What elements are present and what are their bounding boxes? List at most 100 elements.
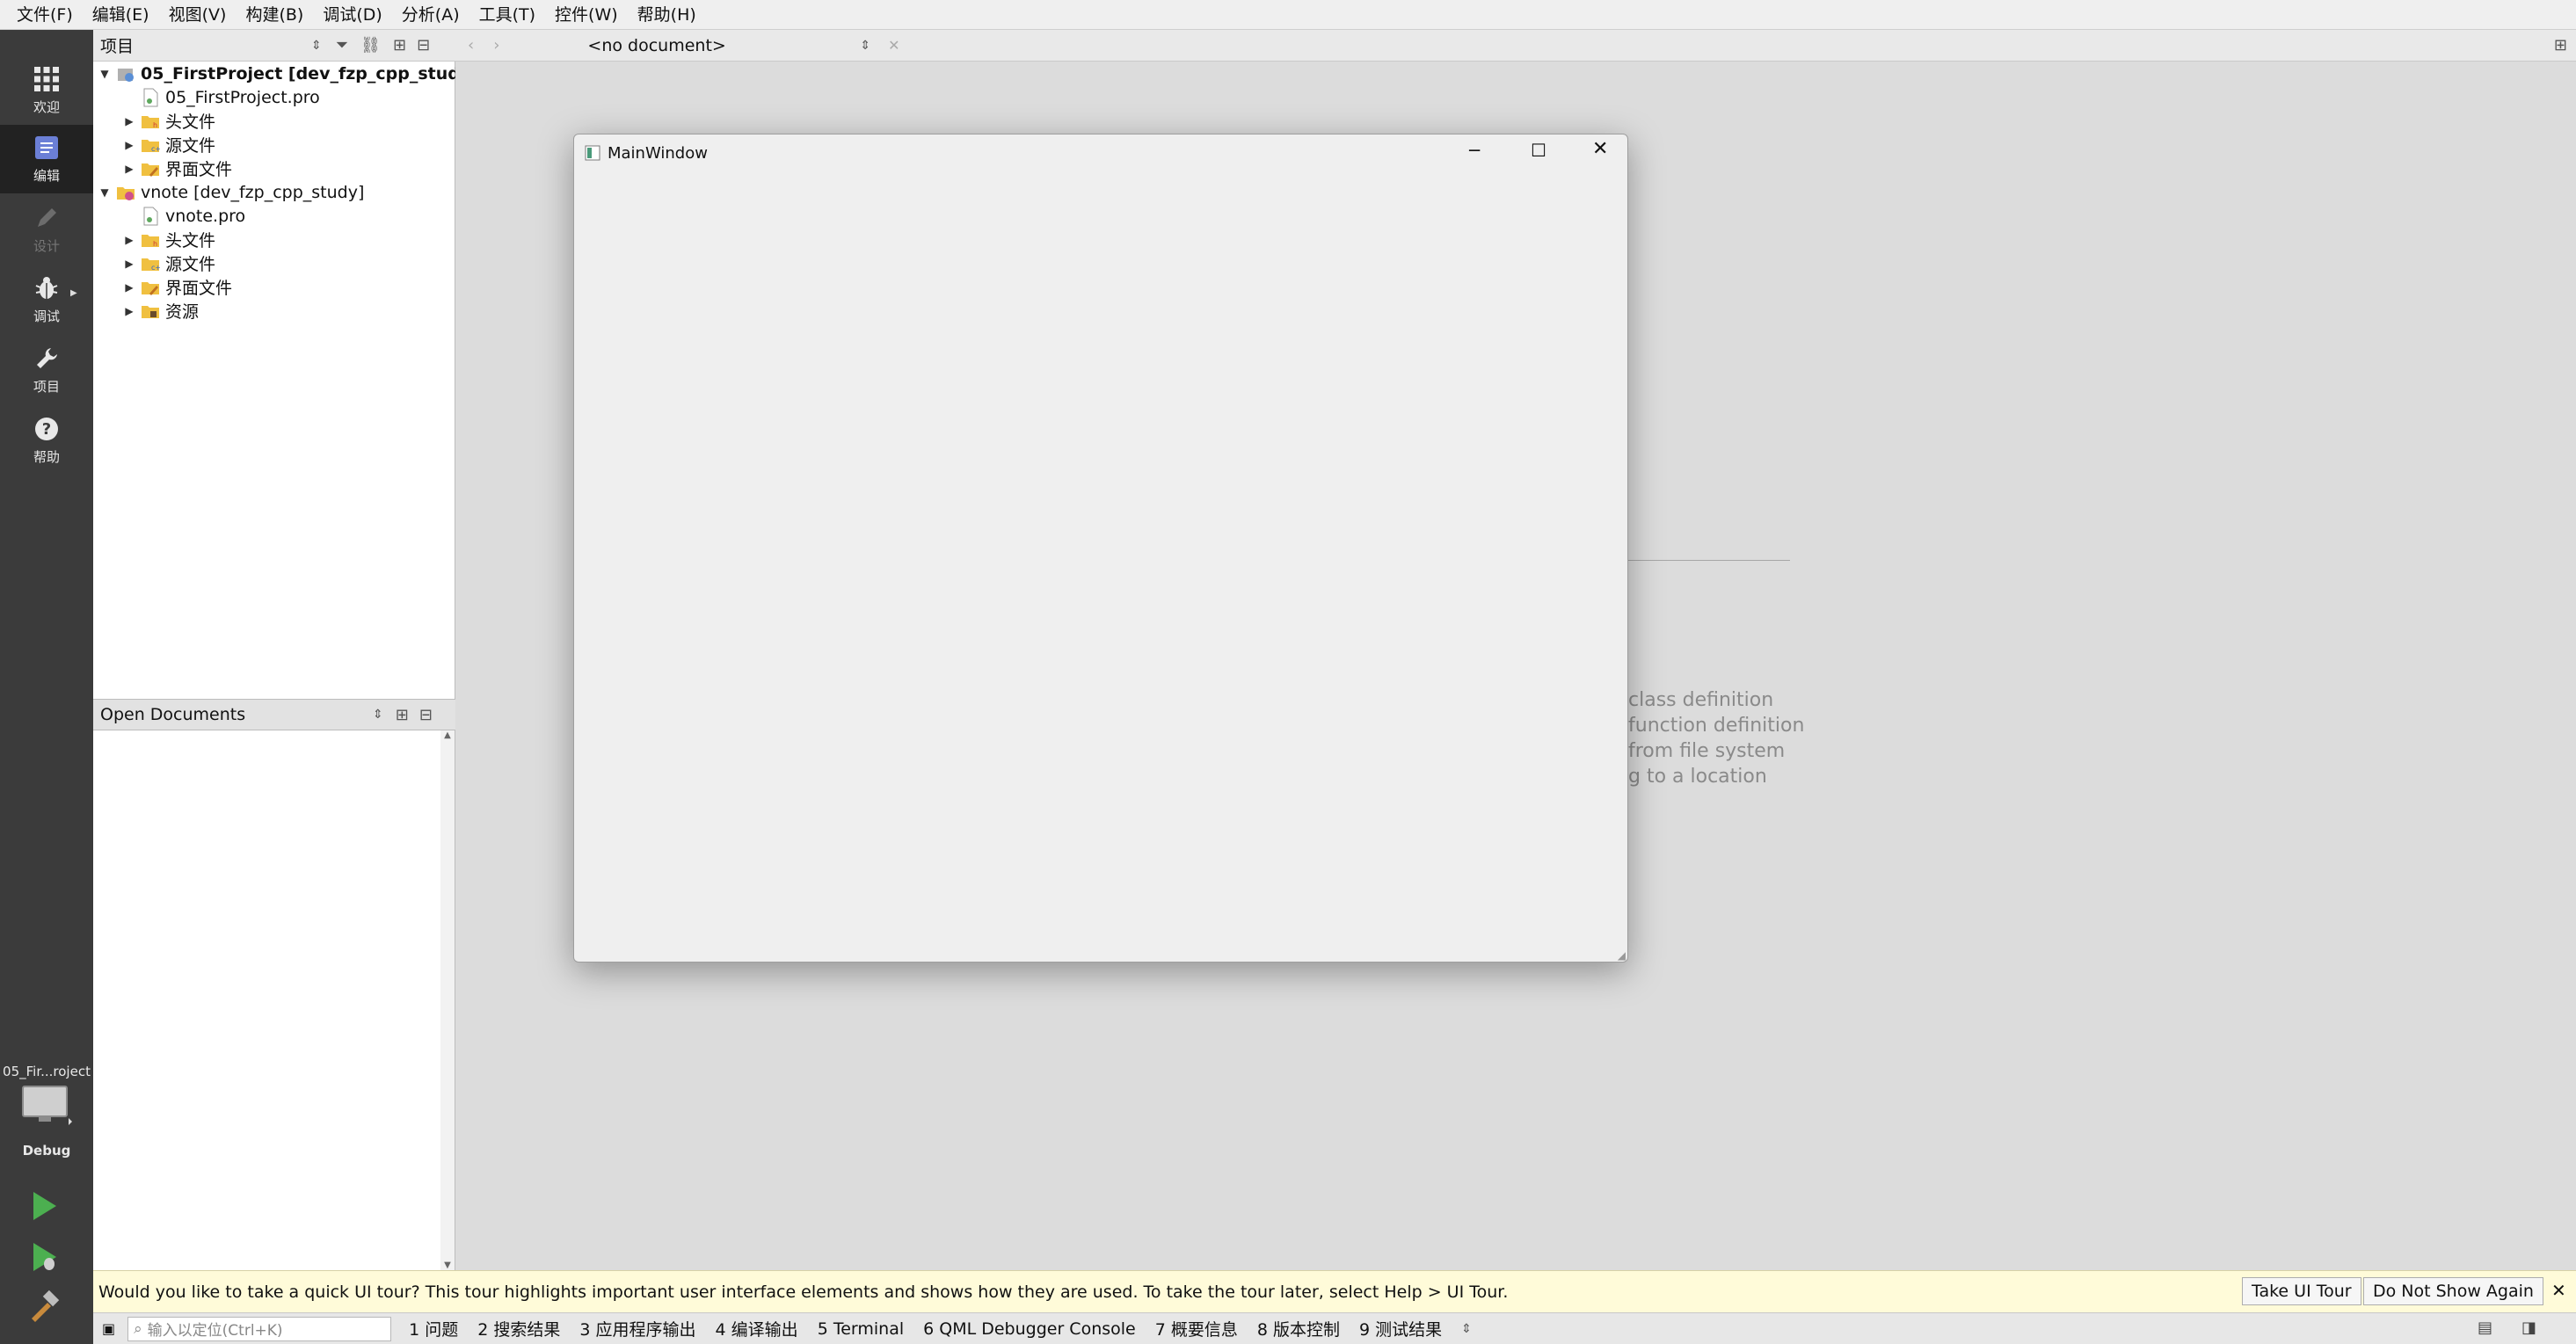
tree-row-sources[interactable]: ▶ c+ 源文件 bbox=[123, 133, 215, 156]
updown-icon[interactable]: ⇕ bbox=[860, 39, 870, 53]
menu-widgets[interactable]: 控件(W) bbox=[545, 0, 628, 30]
mode-design[interactable]: 设计 bbox=[0, 195, 93, 264]
split-icon[interactable]: ⊞ bbox=[2554, 36, 2567, 54]
mode-help[interactable]: ? 帮助 bbox=[0, 406, 93, 475]
tree-row-pro-file[interactable]: 05_FirstProject.pro bbox=[123, 85, 320, 109]
tree-row-pro-file[interactable]: vnote.pro bbox=[123, 204, 245, 228]
menu-analyze[interactable]: 分析(A) bbox=[392, 0, 469, 30]
resize-grip-icon[interactable]: ◢ bbox=[1618, 949, 1626, 962]
pane-qml-debugger-console[interactable]: 6 QML Debugger Console bbox=[923, 1319, 1136, 1339]
split-icon[interactable]: ⊞ bbox=[393, 36, 406, 54]
pane-issues[interactable]: 1 问题 bbox=[409, 1317, 458, 1340]
pane-search-results[interactable]: 2 搜索结果 bbox=[477, 1317, 560, 1340]
updown-icon[interactable]: ⇕ bbox=[311, 39, 322, 53]
menu-edit[interactable]: 编辑(E) bbox=[83, 0, 159, 30]
pane-test-results[interactable]: 9 测试结果 bbox=[1359, 1317, 1442, 1340]
close-panel-icon[interactable]: ⊟ bbox=[417, 36, 430, 54]
toggle-right-sidebar-icon[interactable]: ◨ bbox=[2521, 1319, 2536, 1337]
progress-toggle-icon[interactable]: ▤ bbox=[2478, 1319, 2492, 1337]
menu-view[interactable]: 视图(V) bbox=[159, 0, 236, 30]
open-documents-list[interactable]: ▲ ▼ bbox=[93, 730, 455, 1270]
menu-tools[interactable]: 工具(T) bbox=[469, 0, 545, 30]
collapsed-arrow-icon[interactable]: ▶ bbox=[123, 234, 135, 246]
tree-row-forms[interactable]: ▶ 界面文件 bbox=[123, 156, 232, 180]
tree-row-label: 头文件 bbox=[165, 113, 216, 132]
tree-row-resources[interactable]: ▶ 资源 bbox=[123, 299, 199, 323]
do-not-show-again-button[interactable]: Do Not Show Again bbox=[2363, 1277, 2543, 1305]
forms-folder-icon bbox=[142, 163, 159, 177]
back-icon[interactable]: ‹ bbox=[468, 36, 474, 54]
menu-build[interactable]: 构建(B) bbox=[236, 0, 313, 30]
pro-file-icon bbox=[143, 88, 158, 106]
expand-arrow-icon[interactable]: ▼ bbox=[98, 186, 111, 199]
close-panel-icon[interactable]: ⊟ bbox=[419, 706, 433, 724]
tree-row-label: vnote [dev_fzp_cpp_study] bbox=[141, 182, 365, 202]
open-documents-title[interactable]: Open Documents bbox=[100, 705, 373, 724]
pane-version-control[interactable]: 8 版本控制 bbox=[1257, 1317, 1340, 1340]
close-document-icon[interactable]: ✕ bbox=[888, 37, 899, 54]
tree-row-forms[interactable]: ▶ 界面文件 bbox=[123, 275, 232, 299]
bug-icon bbox=[35, 276, 58, 299]
kit-selector[interactable]: 05_Fir...roject Debug bbox=[0, 1064, 93, 1195]
run-button[interactable] bbox=[30, 1190, 60, 1225]
expand-arrow-icon: ▶ bbox=[70, 288, 77, 298]
build-button[interactable] bbox=[30, 1290, 60, 1326]
hint-line: g to a location bbox=[1628, 766, 1767, 788]
menu-file[interactable]: 文件(F) bbox=[7, 0, 83, 30]
maximize-icon[interactable]: ☐ bbox=[1531, 140, 1546, 161]
tree-row-headers[interactable]: ▶ h 头文件 bbox=[123, 109, 215, 133]
updown-icon[interactable]: ⇕ bbox=[1461, 1322, 1472, 1336]
debug-run-button[interactable] bbox=[30, 1241, 60, 1276]
menu-bar: 文件(F) 编辑(E) 视图(V) 构建(B) 调试(D) 分析(A) 工具(T… bbox=[0, 0, 2576, 30]
link-icon[interactable]: ⛓ bbox=[360, 36, 381, 54]
menu-help[interactable]: 帮助(H) bbox=[628, 0, 706, 30]
close-icon[interactable]: ✕ bbox=[1592, 138, 1608, 160]
collapsed-arrow-icon[interactable]: ▶ bbox=[123, 305, 135, 317]
hammer-icon bbox=[32, 1290, 60, 1322]
scrollbar[interactable]: ▲ ▼ bbox=[440, 730, 455, 1270]
editor-toolbar: ‹ › <no document> ⇕ ✕ ⊞ bbox=[455, 30, 2576, 62]
collapsed-arrow-icon[interactable]: ▶ bbox=[123, 258, 135, 270]
toggle-sidebar-icon[interactable]: ▣ bbox=[102, 1320, 115, 1337]
filter-icon[interactable]: ⏷ bbox=[336, 36, 348, 54]
mode-edit[interactable]: 编辑 bbox=[0, 125, 93, 193]
minimize-icon[interactable]: ─ bbox=[1469, 140, 1480, 161]
infobar-message: Would you like to take a quick UI tour? … bbox=[98, 1282, 1509, 1302]
pencil-icon bbox=[38, 207, 56, 227]
mainwindow[interactable]: MainWindow ─ ☐ ✕ ◢ bbox=[573, 134, 1628, 963]
tree-row-label: vnote.pro bbox=[165, 206, 246, 226]
scroll-up-icon[interactable]: ▲ bbox=[440, 730, 455, 740]
collapsed-arrow-icon[interactable]: ▶ bbox=[123, 281, 135, 294]
projects-view-selector[interactable]: 项目 bbox=[100, 33, 311, 57]
tree-row-sources[interactable]: ▶ c+ 源文件 bbox=[123, 251, 215, 275]
take-ui-tour-button[interactable]: Take UI Tour bbox=[2242, 1277, 2361, 1305]
mode-projects[interactable]: 项目 bbox=[0, 336, 93, 404]
sources-folder-icon: c+ bbox=[142, 258, 160, 272]
tree-row-headers[interactable]: ▶ h 头文件 bbox=[123, 228, 215, 251]
menu-debug[interactable]: 调试(D) bbox=[313, 0, 391, 30]
tree-row-label: 05_FirstProject.pro bbox=[165, 87, 320, 107]
hint-line: from file system bbox=[1628, 740, 1786, 762]
tree-row-project-firstproject[interactable]: ▼ 05_FirstProject [dev_fzp_cpp_study] bbox=[98, 62, 478, 85]
split-icon[interactable]: ⊞ bbox=[396, 706, 409, 724]
mainwindow-titlebar[interactable]: MainWindow ─ ☐ ✕ bbox=[574, 134, 1627, 171]
scroll-down-icon[interactable]: ▼ bbox=[440, 1260, 455, 1270]
mode-welcome[interactable]: 欢迎 bbox=[0, 56, 93, 125]
pane-compile-output[interactable]: 4 编译输出 bbox=[716, 1317, 798, 1340]
collapsed-arrow-icon[interactable]: ▶ bbox=[123, 163, 135, 175]
headers-folder-icon: h bbox=[142, 234, 159, 248]
expand-arrow-icon[interactable]: ▼ bbox=[98, 68, 111, 80]
document-selector[interactable]: <no document> bbox=[587, 36, 860, 55]
collapsed-arrow-icon[interactable]: ▶ bbox=[123, 115, 135, 127]
updown-icon[interactable]: ⇕ bbox=[373, 708, 383, 722]
close-infobar-icon[interactable]: ✕ bbox=[2551, 1280, 2566, 1301]
locator-input[interactable]: ⌕ 输入以定位(Ctrl+K) bbox=[127, 1316, 392, 1341]
pane-terminal[interactable]: 5 Terminal bbox=[818, 1319, 904, 1339]
pane-general-messages[interactable]: 7 概要信息 bbox=[1155, 1317, 1238, 1340]
wrench-icon bbox=[37, 347, 57, 368]
forward-icon[interactable]: › bbox=[493, 36, 499, 54]
mode-debug[interactable]: 调试 ▶ bbox=[0, 265, 93, 334]
collapsed-arrow-icon[interactable]: ▶ bbox=[123, 139, 135, 151]
tree-row-project-vnote[interactable]: ▼ vnote [dev_fzp_cpp_study] bbox=[98, 180, 364, 204]
pane-application-output[interactable]: 3 应用程序输出 bbox=[579, 1317, 695, 1340]
